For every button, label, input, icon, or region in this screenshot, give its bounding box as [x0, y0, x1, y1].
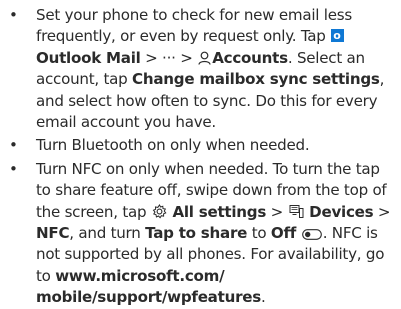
text-segment: Set your phone to check for new email le…: [36, 6, 352, 46]
text-segment: .: [261, 288, 266, 307]
outlook-mail-label: Outlook Mail: [36, 48, 141, 67]
list-item-nfc: • Turn NFC on only when needed. To turn …: [6, 159, 395, 309]
accounts-label: Accounts: [212, 48, 288, 67]
text-segment: to: [247, 224, 271, 243]
off-label: Off: [270, 224, 297, 243]
devices-label: Devices: [309, 202, 374, 221]
all-settings-label: All settings: [172, 202, 267, 221]
devices-icon: [289, 204, 304, 218]
tips-list: • Set your phone to check for new email …: [6, 5, 395, 309]
list-item-email-sync: • Set your phone to check for new email …: [6, 5, 395, 133]
change-sync-settings-label: Change mailbox sync settings: [132, 70, 380, 89]
outlook-icon: [331, 25, 345, 47]
support-url-link[interactable]: www.microsoft.com/ mobile/support/wpfeat…: [36, 267, 261, 306]
person-icon: [198, 51, 211, 65]
text-segment: Turn Bluetooth on only when needed.: [36, 136, 310, 155]
bullet-marker: •: [9, 159, 18, 178]
tap-to-share-label: Tap to share: [145, 224, 248, 243]
settings-gear-icon: [152, 203, 167, 219]
text-segment: >: [266, 202, 288, 221]
nfc-label: NFC: [36, 224, 70, 243]
text-segment: , and turn: [69, 224, 146, 243]
text-segment: > ··· >: [140, 48, 198, 67]
bullet-marker: •: [9, 6, 18, 24]
text-segment: >: [373, 202, 391, 221]
list-item-bluetooth: • Turn Bluetooth on only when needed.: [6, 135, 395, 156]
toggle-off-icon: [301, 229, 322, 240]
document-page: • Set your phone to check for new email …: [0, 0, 401, 308]
bullet-marker: •: [9, 136, 18, 155]
